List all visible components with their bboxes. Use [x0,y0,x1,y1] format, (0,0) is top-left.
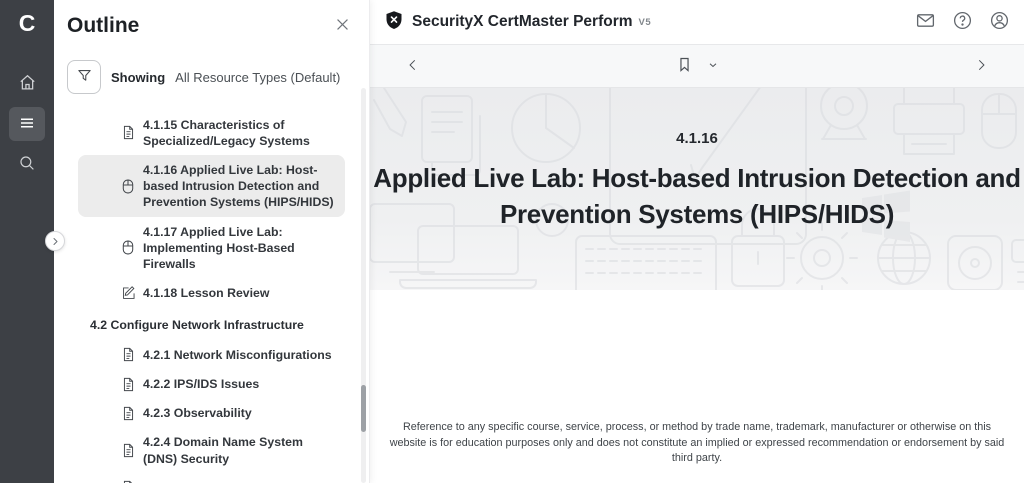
outline-item[interactable]: 4.1.15 Characteristics of Specialized/Le… [78,110,345,155]
outline-panel: Outline Showing All Resource Types (Defa… [54,0,370,483]
outline-section-heading[interactable]: 4.2 Configure Network Infrastructure [78,311,345,340]
outline-item-label: 4.1.18 Lesson Review [143,285,269,301]
outline-item[interactable]: 4.1.16 Applied Live Lab: Host-based Intr… [78,155,345,217]
outline-item-label: 4.2.1 Network Misconfigurations [143,347,332,363]
document-icon [122,406,136,421]
close-icon [334,16,351,36]
outline-item-label: 4.1.17 Applied Live Lab: Implementing Ho… [143,224,339,273]
bookmark-menu-button[interactable] [707,59,719,74]
messages-button[interactable] [915,10,936,34]
help-button[interactable] [952,10,973,34]
filter-funnel-icon [76,67,93,87]
home-button[interactable] [9,69,45,99]
outline-item-label: 4.2.3 Observability [143,405,252,421]
home-icon [18,73,37,95]
app-window: C Outline [0,0,1024,483]
outline-item[interactable]: 4.2.3 Observability [78,399,345,428]
lesson-navigation-bar [370,45,1024,88]
outline-item[interactable]: 4.2.5 Email Security [78,473,345,483]
help-question-icon [952,10,973,34]
outline-item-label: 4.1.16 Applied Live Lab: Host-based Intr… [143,162,339,211]
bookmark-icon [676,55,693,77]
close-outline-button[interactable] [334,16,351,36]
outline-panel-title: Outline [67,14,139,38]
outline-item-label: 4.2.2 IPS/IDS Issues [143,376,259,392]
lesson-title: Applied Live Lab: Host-based Intrusion D… [370,161,1024,233]
filter-showing-label: Showing [111,70,165,85]
edit-icon [122,286,136,300]
next-lesson-button[interactable] [974,58,988,75]
outline-list: 4.1.15 Characteristics of Specialized/Le… [54,102,369,483]
account-button[interactable] [989,10,1010,34]
chevron-down-icon [707,59,719,74]
mail-icon [915,10,936,34]
lesson-hero-banner: 4.1.16 Applied Live Lab: Host-based Intr… [370,88,1024,290]
panel-collapse-handle[interactable] [45,231,65,251]
chevron-left-icon [406,58,420,75]
lesson-number: 4.1.16 [370,130,1024,147]
lab-mouse-icon [122,240,136,255]
outline-menu-button[interactable] [9,107,45,141]
outline-item[interactable]: 4.2.4 Domain Name System (DNS) Security [78,428,345,473]
outline-item[interactable]: 4.2.2 IPS/IDS Issues [78,369,345,398]
hamburger-menu-icon [18,114,36,135]
outline-item-label: 4.2 Configure Network Infrastructure [90,317,304,333]
filter-value[interactable]: All Resource Types (Default) [175,70,340,85]
course-topbar: SecurityX CertMaster Perform V5 [370,0,1024,45]
chevron-right-icon [974,58,988,75]
search-icon [18,154,36,175]
shield-x-logo-icon [384,10,404,35]
outline-item[interactable]: 4.2.1 Network Misconfigurations [78,340,345,369]
lab-mouse-icon [122,179,136,194]
document-icon [122,125,136,140]
document-icon [122,377,136,392]
bookmark-button[interactable] [676,55,693,77]
previous-lesson-button[interactable] [406,58,420,75]
document-icon [122,443,136,458]
course-title: SecurityX CertMaster Perform [412,13,633,31]
outline-item-label: 4.1.15 Characteristics of Specialized/Le… [143,117,339,149]
main-content: SecurityX CertMaster Perform V5 [370,0,1024,483]
outline-item[interactable]: 4.1.17 Applied Live Lab: Implementing Ho… [78,217,345,279]
account-icon [989,10,1010,34]
outline-item[interactable]: 4.1.18 Lesson Review [78,279,345,308]
third-party-disclaimer: Reference to any specific course, servic… [386,420,1008,467]
outline-item-label: 4.2.4 Domain Name System (DNS) Security [143,434,339,466]
search-button[interactable] [9,149,45,179]
comptia-logo: C [19,12,36,35]
document-icon [122,347,136,362]
outline-scrollbar[interactable] [361,88,366,483]
resource-filter-button[interactable] [67,60,101,94]
chevron-right-icon [51,234,60,249]
course-version-badge: V5 [639,17,652,28]
outline-scrollbar-thumb[interactable] [361,385,366,432]
